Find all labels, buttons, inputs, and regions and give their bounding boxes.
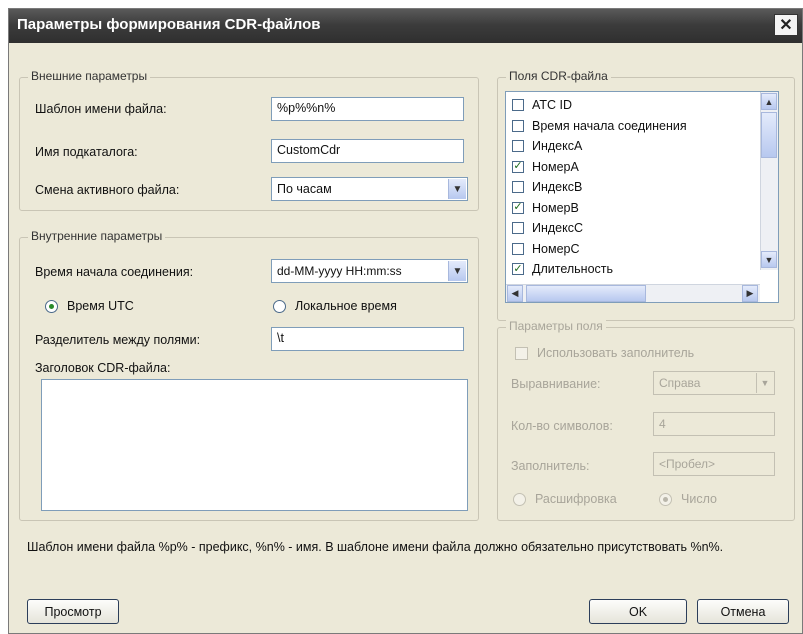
horizontal-scrollbar[interactable]: ◀ ▶	[506, 284, 760, 302]
cdr-header-label: Заголовок CDR-файла:	[35, 361, 171, 375]
radio-utc[interactable]	[45, 300, 58, 313]
chevron-down-icon[interactable]: ▼	[448, 179, 466, 199]
list-item[interactable]: ИндексВ	[512, 177, 582, 197]
checkbox[interactable]	[512, 99, 524, 111]
list-item-label: ATC ID	[532, 98, 573, 112]
rotation-select-value: По часам	[277, 182, 332, 196]
use-filler-label: Использовать заполнитель	[537, 346, 695, 360]
start-time-label: Время начала соединения:	[35, 265, 194, 279]
cdr-fields-list[interactable]: ATC ID Время начала соединения ИндексА ✓ Ном…	[505, 91, 779, 303]
list-item-label: Время начала соединения	[532, 118, 687, 133]
use-filler-checkbox[interactable]	[515, 347, 528, 360]
cdr-fields-title: Поля CDR-файла	[506, 69, 611, 83]
list-item-label: НомерС	[532, 241, 580, 256]
filename-template-label: Шаблон имени файла:	[35, 102, 167, 116]
scroll-thumb-horizontal[interactable]	[526, 285, 646, 302]
checkbox[interactable]	[512, 242, 524, 255]
arrow-right-icon[interactable]: ▶	[742, 285, 758, 302]
radio-local-time-label[interactable]: Локальное время	[295, 299, 397, 313]
checkbox[interactable]	[512, 181, 524, 193]
radio-decode[interactable]	[513, 493, 526, 506]
checkbox[interactable]	[512, 222, 524, 234]
list-item[interactable]: ATC ID	[512, 95, 572, 115]
arrow-left-icon[interactable]: ◀	[507, 285, 523, 302]
chevron-down-icon[interactable]: ▼	[448, 261, 466, 281]
list-item[interactable]: ✓ Длительность	[512, 259, 613, 279]
hint-text: Шаблон имени файла %p% - префикс, %n% - …	[27, 540, 724, 554]
subdir-label: Имя подкаталога:	[35, 145, 138, 159]
list-item-label: ИндексА	[532, 139, 583, 153]
cdr-settings-dialog: Параметры формирования CDR-файлов ✕ Внеш…	[8, 8, 803, 634]
align-label: Выравнивание:	[511, 377, 601, 391]
radio-utc-label[interactable]: Время UTC	[67, 299, 134, 313]
start-time-format-value: dd-MM-yyyy HH:mm:ss	[277, 264, 402, 278]
list-item[interactable]: ИндексС	[512, 218, 583, 238]
start-time-format-select[interactable]: dd-MM-yyyy HH:mm:ss ▼	[271, 259, 468, 283]
align-select-value: Справа	[659, 376, 701, 390]
dialog-title: Параметры формирования CDR-файлов	[17, 16, 321, 33]
check-icon[interactable]: ✓	[512, 263, 524, 275]
list-item[interactable]: ✓ НомерВ	[512, 198, 579, 218]
separator-input[interactable]: \t	[271, 327, 464, 351]
radio-local-time[interactable]	[273, 300, 286, 313]
scroll-thumb[interactable]	[761, 112, 777, 158]
radio-decode-label: Расшифровка	[535, 492, 617, 506]
checkbox[interactable]	[512, 140, 524, 152]
list-item-label: НомерА	[532, 159, 579, 174]
chevron-down-icon[interactable]: ▼	[756, 373, 773, 393]
list-item[interactable]: Время начала соединения	[512, 116, 687, 136]
check-icon[interactable]: ✓	[512, 160, 524, 173]
radio-utc-dot	[49, 304, 54, 309]
list-item-label: Длительность	[532, 262, 614, 276]
ok-button[interactable]: OK	[589, 599, 687, 624]
list-item-label: НомерВ	[532, 200, 579, 215]
list-item[interactable]: НомерС	[512, 239, 580, 259]
list-item[interactable]: ИндексА	[512, 136, 582, 156]
subdir-input[interactable]: CustomCdr	[271, 139, 464, 163]
close-icon: ✕	[779, 17, 793, 34]
char-count-label: Кол-во символов:	[511, 419, 613, 433]
title-bar: Параметры формирования CDR-файлов ✕	[9, 9, 802, 43]
arrow-down-icon[interactable]: ▼	[761, 251, 777, 268]
list-item[interactable]: ✓ НомерА	[512, 157, 579, 177]
align-select[interactable]: Справа ▼	[653, 371, 775, 395]
radio-number[interactable]	[659, 493, 672, 506]
cancel-button[interactable]: Отмена	[697, 599, 789, 624]
cdr-header-textarea[interactable]	[41, 379, 468, 511]
filler-label: Заполнитель:	[511, 459, 590, 473]
radio-number-dot	[663, 497, 668, 502]
arrow-up-icon[interactable]: ▲	[761, 93, 777, 110]
field-params-title: Параметры поля	[506, 319, 606, 333]
checkbox[interactable]	[512, 119, 524, 132]
filename-template-input[interactable]: %p%%n%	[271, 97, 464, 121]
external-params-title: Внешние параметры	[28, 69, 151, 83]
preview-button[interactable]: Просмотр	[27, 599, 119, 624]
char-count-input[interactable]: 4	[653, 412, 775, 436]
separator-label: Разделитель между полями:	[35, 333, 201, 347]
list-item-label: ИндексВ	[532, 180, 583, 194]
close-button[interactable]: ✕	[774, 14, 798, 36]
check-icon[interactable]: ✓	[512, 201, 524, 214]
list-item-label: ИндексС	[532, 221, 584, 235]
rotation-label: Смена активного файла:	[35, 183, 180, 197]
radio-number-label: Число	[681, 492, 717, 506]
rotation-select[interactable]: По часам ▼	[271, 177, 468, 201]
vertical-scrollbar[interactable]: ▲ ▼	[760, 92, 778, 270]
internal-params-title: Внутренние параметры	[28, 229, 166, 243]
filler-input[interactable]: <Пробел>	[653, 452, 775, 476]
